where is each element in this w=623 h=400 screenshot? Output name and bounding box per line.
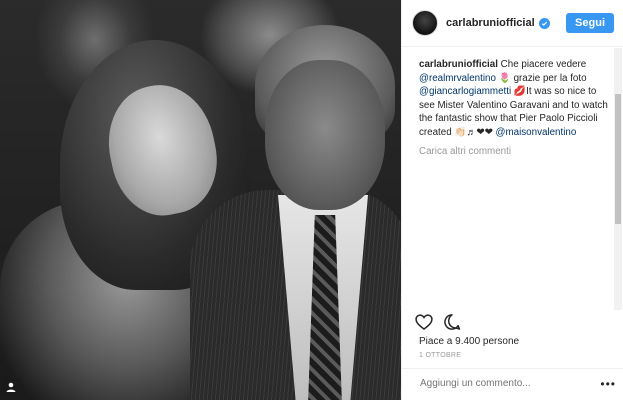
comment-bar: •••: [402, 368, 623, 400]
heart-icon[interactable]: [414, 312, 434, 332]
mention-link[interactable]: @maisonvalentino: [496, 127, 577, 138]
follow-button[interactable]: Segui: [566, 13, 614, 33]
scrollbar-thumb[interactable]: [615, 94, 621, 224]
comment-icon[interactable]: [442, 312, 462, 332]
post-date: 1 OTTOBRE: [419, 352, 462, 359]
mention-link[interactable]: @realmrvalentino: [419, 73, 496, 84]
caption-text: 🌷 grazie per la foto: [495, 72, 587, 84]
post-actions: [414, 312, 462, 332]
comment-input[interactable]: [420, 378, 600, 389]
caption-author[interactable]: carlabruniofficial: [419, 59, 498, 70]
username-link[interactable]: carlabruniofficial: [446, 17, 535, 29]
post-header: carlabruniofficial Segui: [402, 0, 623, 47]
user-tag-icon[interactable]: [2, 378, 20, 396]
load-more-comments-link[interactable]: Carica altri commenti: [419, 146, 511, 157]
verified-badge-icon: [538, 17, 550, 29]
caption-text: Che piacere vedere: [497, 59, 587, 70]
likes-count[interactable]: Piace a 9.400 persone: [419, 336, 519, 347]
comments-scrollbar[interactable]: [614, 48, 622, 310]
post-photo[interactable]: [0, 0, 401, 400]
more-options-button[interactable]: •••: [600, 377, 616, 391]
avatar[interactable]: [412, 10, 438, 36]
photo-man-face: [265, 60, 385, 210]
mention-link[interactable]: @giancarlogiammetti: [419, 86, 511, 97]
post-caption: carlabruniofficial Che piacere vedere @r…: [419, 58, 609, 139]
